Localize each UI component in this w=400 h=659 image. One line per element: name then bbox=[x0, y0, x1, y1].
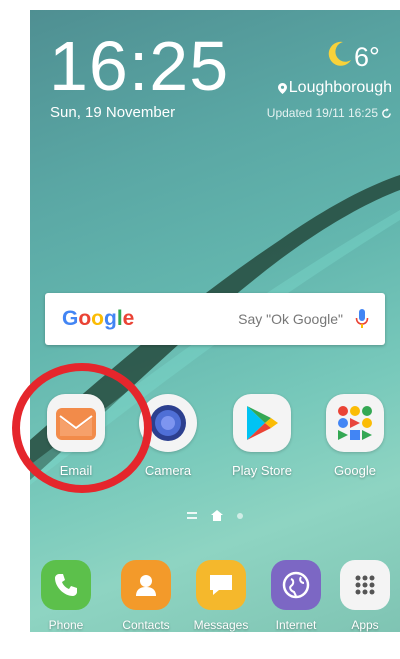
home-page-icon[interactable] bbox=[211, 510, 223, 521]
app-messages[interactable]: Messages bbox=[184, 560, 258, 632]
refresh-icon[interactable] bbox=[381, 107, 392, 119]
search-hint: Say "Ok Google" bbox=[238, 311, 343, 327]
app-contacts[interactable]: Contacts bbox=[109, 560, 183, 632]
weather-location[interactable]: Loughborough bbox=[277, 79, 392, 97]
play-store-icon bbox=[233, 394, 291, 452]
weather-updated[interactable]: Updated 19/11 16:25 bbox=[267, 106, 392, 120]
google-search-bar[interactable]: Google Say "Ok Google" bbox=[45, 293, 385, 345]
app-label-google: Google bbox=[334, 463, 376, 478]
microphone-icon[interactable] bbox=[355, 309, 369, 329]
menu-lines-icon[interactable] bbox=[187, 511, 197, 520]
play-store-icon-wrap bbox=[231, 392, 293, 454]
contacts-icon bbox=[121, 560, 171, 610]
app-label-internet: Internet bbox=[275, 618, 317, 632]
page-dot-icon[interactable] bbox=[237, 512, 243, 519]
clock-date: Sun, 19 November bbox=[50, 104, 176, 121]
location-pin-icon bbox=[277, 82, 287, 94]
red-highlight-circle bbox=[12, 363, 152, 493]
google-folder-icon-wrap bbox=[324, 392, 386, 454]
apps-grid-icon bbox=[340, 560, 390, 610]
google-folder-icon bbox=[326, 394, 384, 452]
app-internet[interactable]: Internet bbox=[262, 560, 330, 632]
internet-icon bbox=[271, 560, 321, 610]
location-label: Loughborough bbox=[288, 79, 392, 96]
app-phone[interactable]: Phone bbox=[34, 560, 98, 632]
updated-label: Updated 19/11 16:25 bbox=[266, 106, 378, 120]
dock: Phone Contacts Messages Internet Apps bbox=[30, 560, 400, 632]
phone-icon bbox=[41, 560, 91, 610]
app-google-folder[interactable]: Google bbox=[315, 392, 395, 478]
google-logo: Google bbox=[62, 307, 135, 330]
app-label-apps: Apps bbox=[351, 618, 379, 632]
weather-temperature[interactable]: 6° bbox=[354, 42, 380, 73]
messages-icon bbox=[196, 560, 246, 610]
app-label-contacts: Contacts bbox=[122, 618, 170, 632]
clock-time[interactable]: 16:25 bbox=[49, 28, 229, 104]
app-apps[interactable]: Apps bbox=[332, 560, 398, 632]
app-label-messages: Messages bbox=[193, 618, 249, 632]
app-play-store[interactable]: Play Store bbox=[222, 392, 302, 478]
home-screen: 16:25 Sun, 19 November 6° Loughborough U… bbox=[30, 10, 400, 632]
page-indicator bbox=[30, 510, 400, 521]
crescent-moon-icon[interactable] bbox=[325, 40, 353, 68]
app-label-play-store: Play Store bbox=[232, 463, 292, 478]
app-label-camera: Camera bbox=[144, 463, 192, 478]
app-label-phone: Phone bbox=[48, 618, 84, 632]
